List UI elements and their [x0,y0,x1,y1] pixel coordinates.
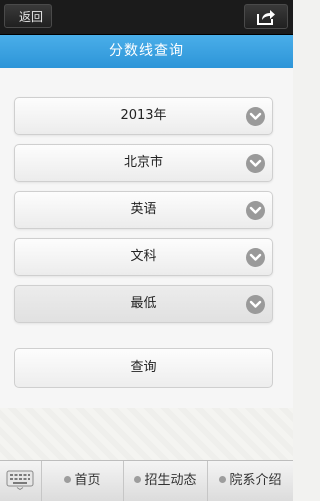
tab-home[interactable]: 首页 [42,461,124,501]
bullet-icon [219,476,227,483]
score-type-select-value: 最低 [130,296,157,311]
chevron-down-icon [246,295,265,314]
top-nav-bar: 返回 [0,0,293,35]
year-select-value: 2013年 [120,108,167,123]
bottom-tab-bar: 首页 招生动态 院系介绍 [0,460,293,501]
keyboard-icon [6,470,34,490]
page-title: 分数线查询 [0,35,293,68]
province-select[interactable]: 北京市 [14,144,273,182]
chevron-down-icon [246,154,265,173]
tab-admissions-news-label: 招生动态 [144,473,197,488]
tab-departments[interactable]: 院系介绍 [208,461,293,501]
bullet-icon [134,476,142,483]
background-pattern [0,408,293,460]
back-button[interactable]: 返回 [4,4,52,28]
back-button-label: 返回 [18,10,43,24]
subject-type-select[interactable]: 文科 [14,238,273,276]
tab-admissions-news[interactable]: 招生动态 [124,461,208,501]
keyboard-toggle[interactable] [0,461,42,501]
tab-departments-label: 院系介绍 [229,473,282,488]
major-select[interactable]: 英语 [14,191,273,229]
bullet-icon [64,476,72,483]
share-icon [257,10,275,25]
subject-type-select-value: 文科 [130,249,157,264]
year-select[interactable]: 2013年 [14,97,273,135]
chevron-down-icon [246,107,265,126]
share-button[interactable] [244,4,288,29]
major-select-value: 英语 [130,202,157,217]
province-select-value: 北京市 [123,155,163,170]
score-type-select[interactable]: 最低 [14,285,273,323]
chevron-down-icon [246,201,265,220]
tab-home-label: 首页 [74,473,101,488]
chevron-down-icon [246,248,265,267]
query-button[interactable]: 查询 [14,348,273,388]
